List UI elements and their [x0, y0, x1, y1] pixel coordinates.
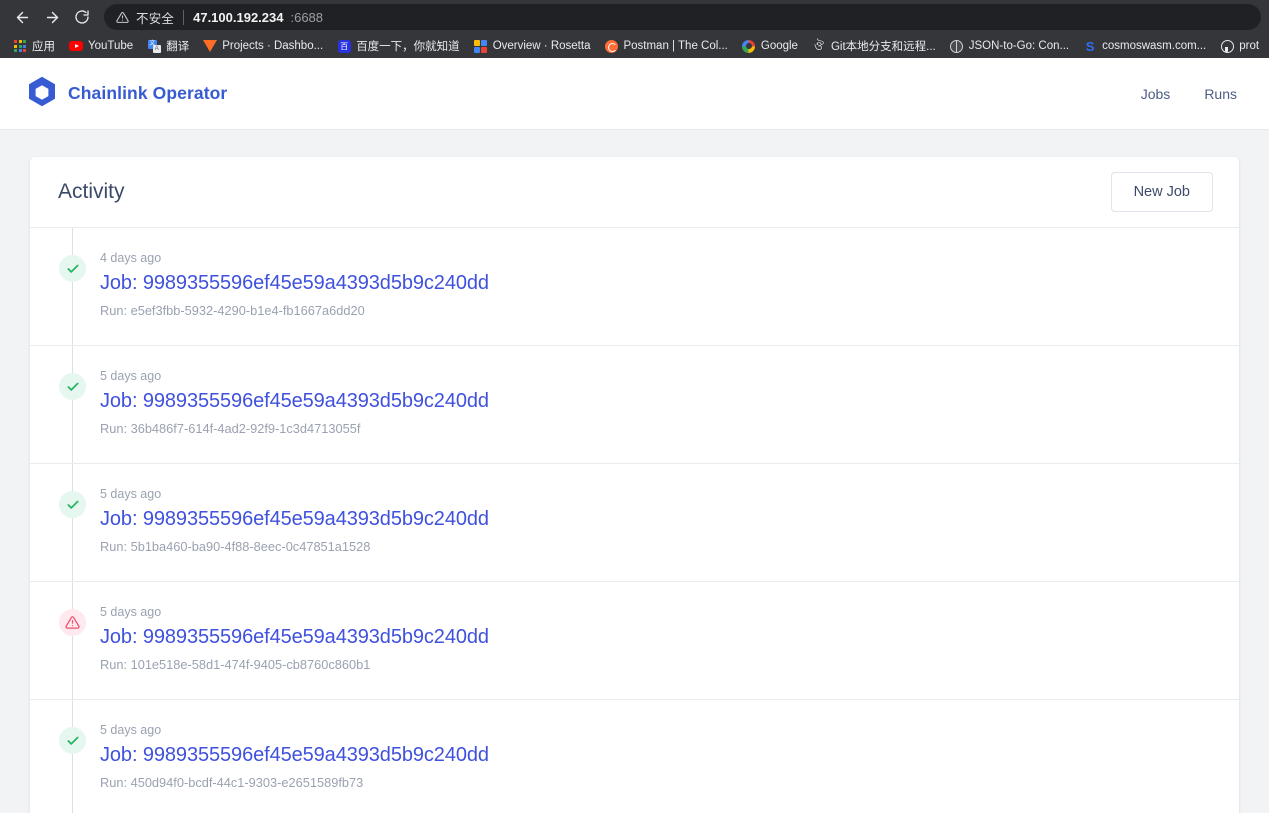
- run-id: Run: 450d94f0-bcdf-44c1-9303-e2651589fb7…: [100, 775, 364, 790]
- bookmark-label: Overview · Rosetta: [492, 40, 591, 52]
- back-button[interactable]: [8, 3, 36, 31]
- forward-button[interactable]: [38, 3, 66, 31]
- brand-name: Chainlink Operator: [68, 83, 228, 103]
- cosmos-icon: S: [1085, 38, 1095, 54]
- bookmark-git-branches[interactable]: ঔ Git本地分支和远程...: [805, 35, 943, 57]
- new-job-button[interactable]: New Job: [1110, 172, 1213, 212]
- job-link[interactable]: Job: 9989355596ef45e59a4393d5b9c240dd: [100, 625, 489, 650]
- page-title: Activity: [58, 180, 125, 203]
- job-link[interactable]: Job: 9989355596ef45e59a4393d5b9c240dd: [100, 389, 489, 414]
- bookmark-label: YouTube: [88, 40, 134, 52]
- bookmark-google[interactable]: Google: [735, 36, 805, 56]
- activity-timestamp: 5 days ago: [100, 723, 162, 737]
- not-secure-label: 不安全: [136, 11, 175, 26]
- activity-timestamp: 4 days ago: [100, 251, 162, 265]
- bookmark-label: prot: [1239, 40, 1260, 52]
- activity-card-header: Activity New Job: [30, 157, 1239, 227]
- baidu-icon: 百: [337, 39, 351, 53]
- bookmark-label: cosmoswasm.com...: [1102, 40, 1207, 52]
- job-link[interactable]: Job: 9989355596ef45e59a4393d5b9c240dd: [100, 271, 489, 296]
- run-id: Run: 36b486f7-614f-4ad2-92f9-1c3d4713055…: [100, 421, 361, 436]
- browser-toolbar: 不安全 47.100.192.234 :6688: [0, 0, 1269, 34]
- bookmark-overview-rosetta[interactable]: Overview · Rosetta: [467, 36, 598, 56]
- postman-icon: [604, 39, 618, 53]
- activity-item: 5 days ago Job: 9989355596ef45e59a4393d5…: [30, 581, 1239, 699]
- bookmark-apps[interactable]: 应用: [6, 35, 62, 57]
- bookmark-label: Postman | The Col...: [623, 40, 728, 52]
- activity-timestamp: 5 days ago: [100, 369, 162, 383]
- github-icon: [1220, 39, 1234, 53]
- activity-item: 5 days ago Job: 9989355596ef45e59a4393d5…: [30, 463, 1239, 581]
- bookmark-label: Git本地分支和远程...: [830, 41, 936, 53]
- bookmark-youtube[interactable]: YouTube: [62, 36, 140, 56]
- chainlink-hexagon-icon: [28, 76, 56, 112]
- bookmark-translate[interactable]: 翻译: [140, 35, 196, 57]
- activity-timestamp: 5 days ago: [100, 605, 162, 619]
- bookmark-json-to-go[interactable]: JSON-to-Go: Con...: [943, 36, 1076, 56]
- url-port: :6688: [290, 9, 324, 25]
- address-bar[interactable]: 不安全 47.100.192.234 :6688: [104, 4, 1261, 30]
- run-id: Run: e5ef3fbb-5932-4290-b1e4-fb1667a6dd2…: [100, 303, 365, 318]
- url-host: 47.100.192.234: [193, 9, 284, 25]
- check-icon: [59, 373, 86, 400]
- not-secure-warning-icon: [116, 11, 129, 24]
- bookmark-label: 百度一下，你就知道: [356, 41, 460, 53]
- bookmark-label: JSON-to-Go: Con...: [968, 40, 1070, 52]
- bookmark-label: 翻译: [166, 41, 190, 53]
- job-link[interactable]: Job: 9989355596ef45e59a4393d5b9c240dd: [100, 743, 489, 768]
- bookmark-label: Projects · Dashbo...: [222, 40, 324, 52]
- browser-chrome: 不安全 47.100.192.234 :6688 应用 YouTube 翻译: [0, 0, 1269, 58]
- app-nav: Jobs Runs: [1133, 80, 1247, 108]
- brand[interactable]: Chainlink Operator: [28, 76, 227, 112]
- google-icon: [742, 39, 756, 53]
- check-icon: [59, 491, 86, 518]
- bookmark-projects-dashboard[interactable]: Projects · Dashbo...: [196, 36, 330, 56]
- bookmark-label: 应用: [32, 41, 55, 53]
- google-translate-icon: [147, 39, 161, 53]
- bookmark-protocol[interactable]: prot: [1213, 36, 1266, 56]
- activity-timestamp: 5 days ago: [100, 487, 162, 501]
- bookmark-postman[interactable]: Postman | The Col...: [597, 36, 734, 56]
- nav-item-runs[interactable]: Runs: [1196, 80, 1245, 108]
- gitlab-icon: [203, 39, 218, 53]
- page-body: Activity New Job 4 days ago Job: 9989355…: [0, 130, 1269, 813]
- activity-item: 5 days ago Job: 9989355596ef45e59a4393d5…: [30, 345, 1239, 463]
- git-icon: ঔ: [814, 39, 824, 53]
- activity-card: Activity New Job 4 days ago Job: 9989355…: [30, 157, 1239, 813]
- apps-grid-icon: [13, 39, 27, 53]
- run-id: Run: 5b1ba460-ba90-4f88-8eec-0c47851a152…: [100, 539, 371, 554]
- run-id: Run: 101e518e-58d1-474f-9405-cb8760c860b…: [100, 657, 371, 672]
- check-icon: [59, 255, 86, 282]
- nav-item-jobs[interactable]: Jobs: [1133, 80, 1179, 108]
- activity-item: 5 days ago Job: 9989355596ef45e59a4393d5…: [30, 699, 1239, 813]
- bookmark-label: Google: [760, 40, 798, 52]
- omnibox-divider: [183, 9, 185, 25]
- globe-icon: [950, 39, 964, 53]
- bookmark-cosmwasm[interactable]: S cosmoswasm.com...: [1076, 36, 1213, 56]
- activity-item: 4 days ago Job: 9989355596ef45e59a4393d5…: [30, 227, 1239, 345]
- bookmarks-bar: 应用 YouTube 翻译 Projects · Dashbo... 百 百度一…: [0, 34, 1269, 58]
- warning-triangle-icon: [59, 609, 86, 636]
- check-icon: [59, 727, 86, 754]
- bookmark-baidu[interactable]: 百 百度一下，你就知道: [330, 35, 467, 57]
- youtube-icon: [69, 39, 83, 53]
- rosetta-icon: [474, 39, 488, 53]
- job-link[interactable]: Job: 9989355596ef45e59a4393d5b9c240dd: [100, 507, 489, 532]
- reload-button[interactable]: [68, 3, 96, 31]
- app-header: Chainlink Operator Jobs Runs: [0, 58, 1269, 130]
- activity-timeline: 4 days ago Job: 9989355596ef45e59a4393d5…: [30, 227, 1239, 813]
